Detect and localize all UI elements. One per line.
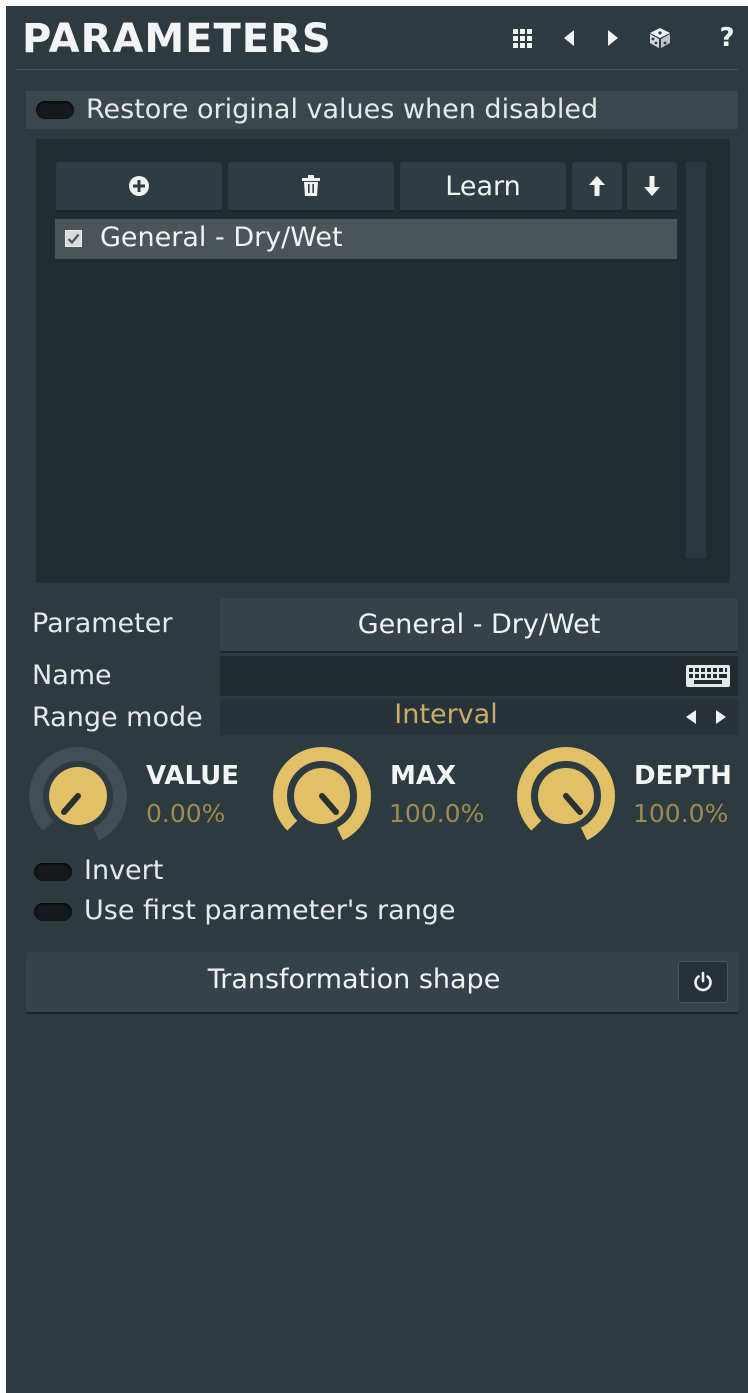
first-range-toggle[interactable] bbox=[34, 903, 72, 921]
list-item-label: General - Dry/Wet bbox=[100, 222, 343, 253]
arrow-up-icon bbox=[589, 176, 605, 196]
transformation-shape-label: Transformation shape bbox=[207, 964, 501, 995]
parameter-label: Parameter bbox=[32, 608, 173, 639]
restore-label: Restore original values when disabled bbox=[86, 94, 599, 125]
max-knob-title: MAX bbox=[390, 761, 457, 791]
prev-arrow-icon[interactable] bbox=[556, 25, 582, 51]
transformation-power-button[interactable] bbox=[678, 961, 728, 1003]
value-knob[interactable] bbox=[26, 744, 130, 848]
arrow-down-icon bbox=[644, 176, 660, 196]
max-knob[interactable] bbox=[270, 744, 374, 848]
move-down-button[interactable] bbox=[627, 162, 677, 212]
invert-toggle[interactable] bbox=[34, 863, 72, 881]
list-item[interactable]: General - Dry/Wet bbox=[55, 219, 677, 259]
dice-icon[interactable] bbox=[647, 25, 673, 51]
invert-label: Invert bbox=[84, 855, 164, 886]
help-icon[interactable]: ? bbox=[714, 23, 740, 53]
name-field[interactable] bbox=[220, 656, 738, 696]
range-mode-label: Range mode bbox=[32, 702, 203, 733]
panel-title: PARAMETERS bbox=[22, 16, 332, 62]
depth-knob-value: 100.0% bbox=[633, 799, 729, 828]
parameter-select-button[interactable]: General - Dry/Wet bbox=[220, 598, 738, 653]
transformation-shape-button[interactable]: Transformation shape bbox=[26, 952, 739, 1014]
range-prev-icon[interactable] bbox=[683, 709, 699, 725]
add-parameter-button[interactable] bbox=[56, 162, 222, 212]
list-scrollbar[interactable] bbox=[686, 162, 706, 558]
checkbox-icon[interactable] bbox=[65, 230, 82, 247]
range-mode-value: Interval bbox=[394, 699, 498, 730]
range-next-icon[interactable] bbox=[713, 709, 729, 725]
restore-toggle[interactable] bbox=[36, 101, 74, 119]
range-mode-selector[interactable]: Interval bbox=[220, 699, 738, 735]
value-knob-value: 0.00% bbox=[146, 799, 226, 828]
header-divider bbox=[16, 69, 738, 70]
panel-header: PARAMETERS ? bbox=[6, 6, 748, 72]
delete-parameter-button[interactable] bbox=[228, 162, 394, 212]
restore-original-row[interactable]: Restore original values when disabled bbox=[26, 91, 738, 129]
parameter-list-area: Learn General - Dry/Wet bbox=[36, 139, 730, 583]
depth-knob[interactable] bbox=[514, 744, 618, 848]
grid-icon[interactable] bbox=[509, 25, 535, 51]
max-knob-value: 100.0% bbox=[389, 799, 485, 828]
name-label: Name bbox=[32, 660, 112, 691]
trash-icon bbox=[302, 175, 320, 196]
depth-knob-title: DEPTH bbox=[634, 761, 732, 791]
value-knob-title: VALUE bbox=[146, 761, 239, 791]
plus-circle-icon bbox=[129, 176, 149, 196]
first-range-label: Use first parameter's range bbox=[84, 895, 456, 926]
keyboard-icon[interactable] bbox=[686, 665, 730, 687]
learn-button[interactable]: Learn bbox=[400, 162, 566, 212]
move-up-button[interactable] bbox=[572, 162, 622, 212]
next-arrow-icon[interactable] bbox=[600, 25, 626, 51]
power-icon bbox=[694, 971, 712, 992]
parameters-panel: PARAMETERS ? Restore original values whe… bbox=[6, 6, 748, 1393]
